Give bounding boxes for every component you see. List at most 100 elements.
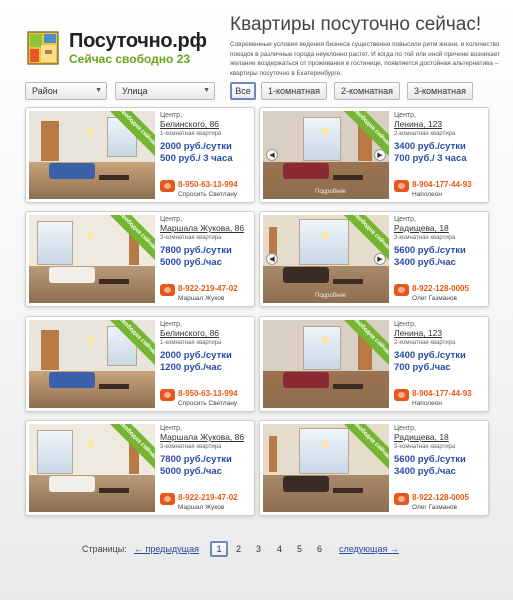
next-page-link[interactable]: следующая → xyxy=(339,544,399,554)
prev-page-link[interactable]: ← предыдущая xyxy=(134,544,199,554)
listing-card[interactable]: Свободна сейчас Центр, Радищева, 18 3-ко… xyxy=(259,420,489,516)
photo-watermark: Подробнее xyxy=(315,293,347,299)
apartment-photo[interactable]: Свободна сейчас xyxy=(263,320,389,408)
listing-contact: Наполеон xyxy=(412,191,442,198)
listing-rooms: 3-комнатная квартира xyxy=(160,235,222,241)
photo-table xyxy=(333,279,363,284)
listing-contact: Спросить Светлану xyxy=(178,191,238,198)
apartment-photo[interactable]: Свободна сейчас xyxy=(263,424,389,512)
street-select[interactable]: Улица ▼ xyxy=(115,82,215,100)
photo-watermark: Подробнее xyxy=(315,189,347,195)
apartment-photo[interactable]: ◀ ▶ Свободна сейчас Подробнее xyxy=(263,215,389,303)
district-select-label: Район xyxy=(32,86,58,96)
page-link-4[interactable]: 4 xyxy=(277,544,282,554)
listing-street-link[interactable]: Белинского, 86 xyxy=(160,328,252,338)
phone-icon xyxy=(160,389,175,401)
listing-phone[interactable]: 8-950-63-13-994 xyxy=(178,180,238,189)
chevron-left-icon[interactable]: ◀ xyxy=(266,149,278,161)
listing-street-link[interactable]: Ленина, 123 xyxy=(394,119,486,129)
listing-card[interactable]: Свободна сейчас Центр, Маршала Жукова, 8… xyxy=(25,420,255,516)
listing-street-link[interactable]: Белинского, 86 xyxy=(160,119,252,129)
price-daily: 3400 руб./сутки xyxy=(394,350,466,361)
photo-table xyxy=(333,175,363,180)
listing-area: Центр, xyxy=(160,425,182,432)
price-hourly: 1200 руб./час xyxy=(160,362,222,373)
photo-window xyxy=(299,428,349,474)
price-daily: 3400 руб./сутки xyxy=(394,141,466,152)
page-link-1[interactable]: 1 xyxy=(210,541,228,557)
page-link-2[interactable]: 2 xyxy=(236,544,241,554)
listing-street-link[interactable]: Радищева, 18 xyxy=(394,432,486,442)
listing-rooms: 1-комнатная квартира xyxy=(160,131,222,137)
listing-contact: Олег Газманов xyxy=(412,504,457,511)
listing-card[interactable]: ◀ ▶ Свободна сейчас Подробнее Центр, Лени… xyxy=(259,107,489,203)
apartment-photo[interactable]: Свободна сейчас xyxy=(29,215,155,303)
listing-phone[interactable]: 8-922-128-0005 xyxy=(412,284,469,293)
listing-phone[interactable]: 8-950-63-13-994 xyxy=(178,389,238,398)
photo-sofa xyxy=(49,372,95,388)
listing-phone[interactable]: 8-922-219-47-02 xyxy=(178,493,238,502)
listing-street-link[interactable]: Ленина, 123 xyxy=(394,328,486,338)
listing-street-link[interactable]: Радищева, 18 xyxy=(394,223,486,233)
listing-info: Центр, Радищева, 18 3-комнатная квартира… xyxy=(394,216,486,269)
pagination-label: Страницы: xyxy=(82,544,127,554)
apartment-photo[interactable]: Свободна сейчас xyxy=(29,424,155,512)
listing-rooms: 2-комнатная квартира xyxy=(394,131,456,137)
price-hourly: 3400 руб./час xyxy=(394,466,456,477)
photo-table xyxy=(99,384,129,389)
photo-window xyxy=(37,430,73,474)
filter-1-room-button[interactable]: 1-комнатная xyxy=(261,82,327,100)
listing-card[interactable]: ◀ ▶ Свободна сейчас Подробнее Центр, Ради… xyxy=(259,211,489,307)
listing-contact: Маршал Жуков xyxy=(178,295,225,302)
photo-sofa xyxy=(283,372,329,388)
listing-phone[interactable]: 8-904-177-44-93 xyxy=(412,389,472,398)
listing-area: Центр, xyxy=(394,112,416,119)
apartment-photo[interactable]: Свободна сейчас xyxy=(29,111,155,199)
apartment-photo[interactable]: Свободна сейчас xyxy=(29,320,155,408)
filter-3-room-button[interactable]: 3-комнатная xyxy=(407,82,473,100)
photo-table xyxy=(99,279,129,284)
phone-icon xyxy=(160,284,175,296)
listing-phone[interactable]: 8-904-177-44-93 xyxy=(412,180,472,189)
photo-window xyxy=(299,219,349,265)
page-link-3[interactable]: 3 xyxy=(256,544,261,554)
page-link-6[interactable]: 6 xyxy=(317,544,322,554)
filter-2-room-button[interactable]: 2-комнатная xyxy=(334,82,400,100)
page-link-5[interactable]: 5 xyxy=(297,544,302,554)
listing-street-link[interactable]: Маршала Жукова, 86 xyxy=(160,432,252,442)
listing-contact: Спросить Светлану xyxy=(178,400,238,407)
listing-card[interactable]: Свободна сейчас Центр, Белинского, 86 1-… xyxy=(25,107,255,203)
listing-card[interactable]: Свободна сейчас Центр, Маршала Жукова, 8… xyxy=(25,211,255,307)
photo-lamp xyxy=(87,127,95,135)
filter-all-button[interactable]: Все xyxy=(230,82,256,100)
listing-area: Центр, xyxy=(394,216,416,223)
listing-rooms: 2-комнатная квартира xyxy=(394,340,456,346)
listing-contact: Маршал Жуков xyxy=(178,504,225,511)
listing-info: Центр, Белинского, 86 1-комнатная кварти… xyxy=(160,112,252,165)
price-hourly: 5000 руб./час xyxy=(160,466,222,477)
listing-info: Центр, Маршала Жукова, 86 3-комнатная кв… xyxy=(160,425,252,478)
listing-card[interactable]: Свободна сейчас Центр, Белинского, 86 1-… xyxy=(25,316,255,412)
price-hourly: 5000 руб./час xyxy=(160,257,222,268)
district-select[interactable]: Район ▼ xyxy=(25,82,107,100)
header: Посуточно.рф Сейчас свободно 23 Квартиры… xyxy=(0,0,513,78)
logo-title[interactable]: Посуточно.рф xyxy=(69,30,207,53)
listing-rooms: 1-комнатная квартира xyxy=(160,340,222,346)
photo-lamp xyxy=(321,231,329,239)
photo-window xyxy=(303,326,341,370)
listing-area: Центр, xyxy=(160,321,182,328)
listing-phone[interactable]: 8-922-219-47-02 xyxy=(178,284,238,293)
price-hourly: 3400 руб./час xyxy=(394,257,456,268)
photo-lamp xyxy=(87,231,95,239)
listing-card[interactable]: Свободна сейчас Центр, Ленина, 123 2-ком… xyxy=(259,316,489,412)
listing-street-link[interactable]: Маршала Жукова, 86 xyxy=(160,223,252,233)
apartment-photo[interactable]: ◀ ▶ Свободна сейчас Подробнее xyxy=(263,111,389,199)
photo-table xyxy=(99,175,129,180)
available-count: Сейчас свободно 23 xyxy=(69,52,191,66)
photo-sofa xyxy=(49,476,95,492)
photo-sofa xyxy=(283,163,329,179)
listing-phone[interactable]: 8-922-128-0005 xyxy=(412,493,469,502)
listing-contact: Олег Газманов xyxy=(412,295,457,302)
chevron-left-icon[interactable]: ◀ xyxy=(266,253,278,265)
intro-text: Современные условия ведения бизнеса суще… xyxy=(230,41,501,77)
